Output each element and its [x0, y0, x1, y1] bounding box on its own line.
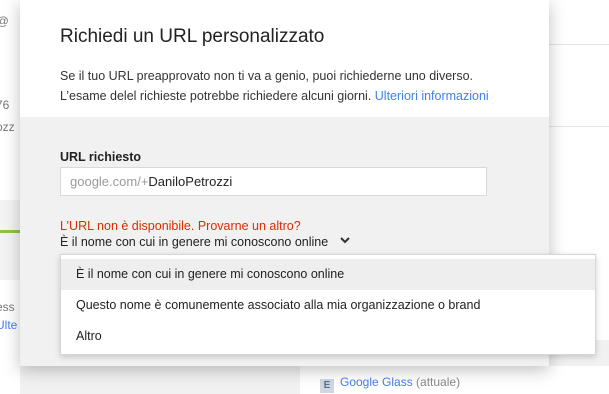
chevron-down-icon	[339, 237, 350, 244]
requested-url-input[interactable]: google.com/+DaniloPetrozzi	[60, 167, 487, 196]
reason-option-known-online[interactable]: È il nome con cui in genere mi conoscono…	[61, 259, 595, 290]
requested-url-label: URL richiesto	[60, 150, 142, 164]
more-info-link[interactable]: Ulteriori informazioni	[375, 89, 489, 103]
url-prefix: google.com/+	[70, 174, 149, 189]
reason-select-value: È il nome con cui in genere mi conoscono…	[60, 235, 329, 249]
url-unavailable-error: L’URL non è disponibile. Provarne un alt…	[60, 219, 301, 233]
dialog-title: Richiedi un URL personalizzato	[60, 26, 325, 47]
reason-option-other[interactable]: Altro	[61, 321, 595, 352]
reason-select[interactable]: È il nome con cui in genere mi conoscono…	[60, 235, 350, 249]
url-value: DaniloPetrozzi	[148, 174, 233, 189]
reason-dropdown-menu: È il nome con cui in genere mi conoscono…	[60, 254, 596, 355]
reason-option-organization-brand[interactable]: Questo nome è comunemente associato alla…	[61, 290, 595, 321]
dialog-description: Se il tuo URL preapprovato non ti va a g…	[60, 66, 520, 106]
